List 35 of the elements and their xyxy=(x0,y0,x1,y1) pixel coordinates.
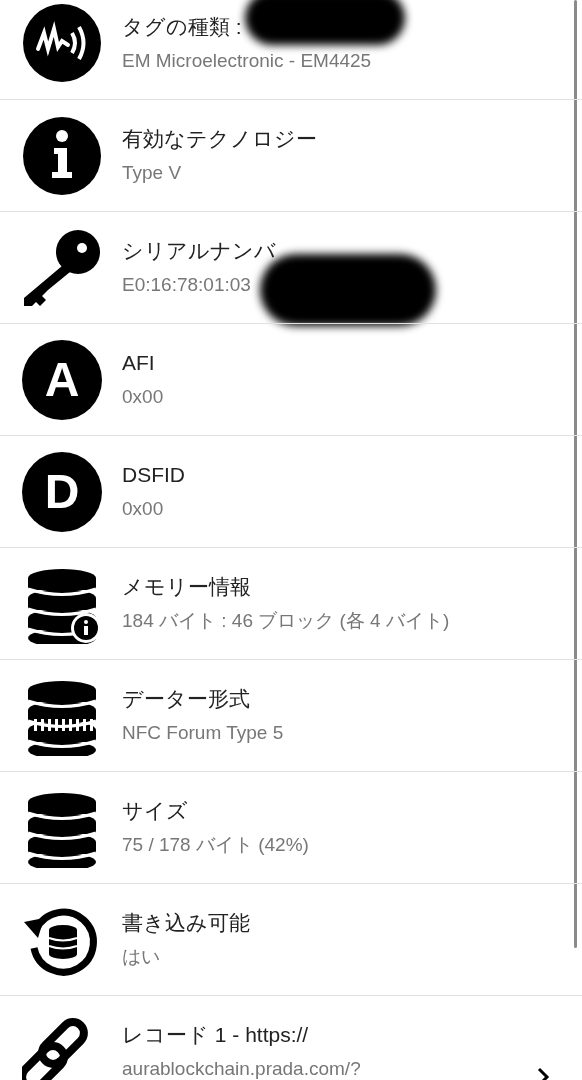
item-value: EM Microelectronic - EM4425 xyxy=(122,48,372,73)
item-value: Type V xyxy=(122,161,182,185)
item-title: レコード 1 - https:// xyxy=(122,1022,309,1048)
item-value: NFC Forum Type 5 xyxy=(122,721,284,745)
item-title: シリアルナンバ xyxy=(122,238,276,264)
item-value: はい xyxy=(122,945,160,969)
info-row[interactable]: データー形式 NFC Forum Type 5 xyxy=(0,659,582,771)
item-value: E0:16:78:01:03 xyxy=(122,273,251,297)
item-title: データー形式 xyxy=(122,686,250,712)
info-icon xyxy=(22,115,102,196)
item-title: DSFID xyxy=(122,462,185,488)
info-row[interactable]: 書き込み可能 はい xyxy=(0,883,582,995)
info-row[interactable]: メモリー情報 184 バイト : 46 ブロック (各 4 バイト) xyxy=(0,547,582,659)
item-title: タグの種類 : xyxy=(122,13,242,40)
item-title: AFI xyxy=(122,350,155,376)
nfc-wave-icon xyxy=(22,3,102,83)
info-row[interactable]: 有効なテクノロジー Type V xyxy=(0,99,582,211)
info-row[interactable]: A AFI 0x00 xyxy=(0,323,582,435)
info-row[interactable]: サイズ 75 / 178 バイト (42%) xyxy=(0,771,582,883)
key-icon xyxy=(22,227,102,308)
item-value: 184 バイト : 46 ブロック (各 4 バイト) xyxy=(122,609,450,633)
info-row[interactable]: D DSFID 0x00 xyxy=(0,435,582,547)
item-title: メモリー情報 xyxy=(122,574,251,600)
item-title: サイズ xyxy=(122,798,188,824)
info-row[interactable]: タグの種類 : EM Microelectronic - EM4425 xyxy=(0,0,582,99)
item-title: 有効なテクノロジー xyxy=(122,126,317,152)
scrollbar[interactable] xyxy=(574,0,577,948)
item-title: 書き込み可能 xyxy=(122,910,250,936)
item-value: 75 / 178 バイト (42%) xyxy=(122,833,309,857)
item-value: 0x00 xyxy=(122,385,164,409)
info-row[interactable]: レコード 1 - https:// aurablockchain.prada.com/? xyxy=(0,995,582,1080)
item-value: 0x00 xyxy=(122,497,164,521)
item-value: aurablockchain.prada.com/? xyxy=(122,1057,361,1080)
info-row[interactable]: シリアルナンバ E0:16:78:01:03 xyxy=(0,211,582,323)
chevron-icon[interactable] xyxy=(536,1066,550,1080)
